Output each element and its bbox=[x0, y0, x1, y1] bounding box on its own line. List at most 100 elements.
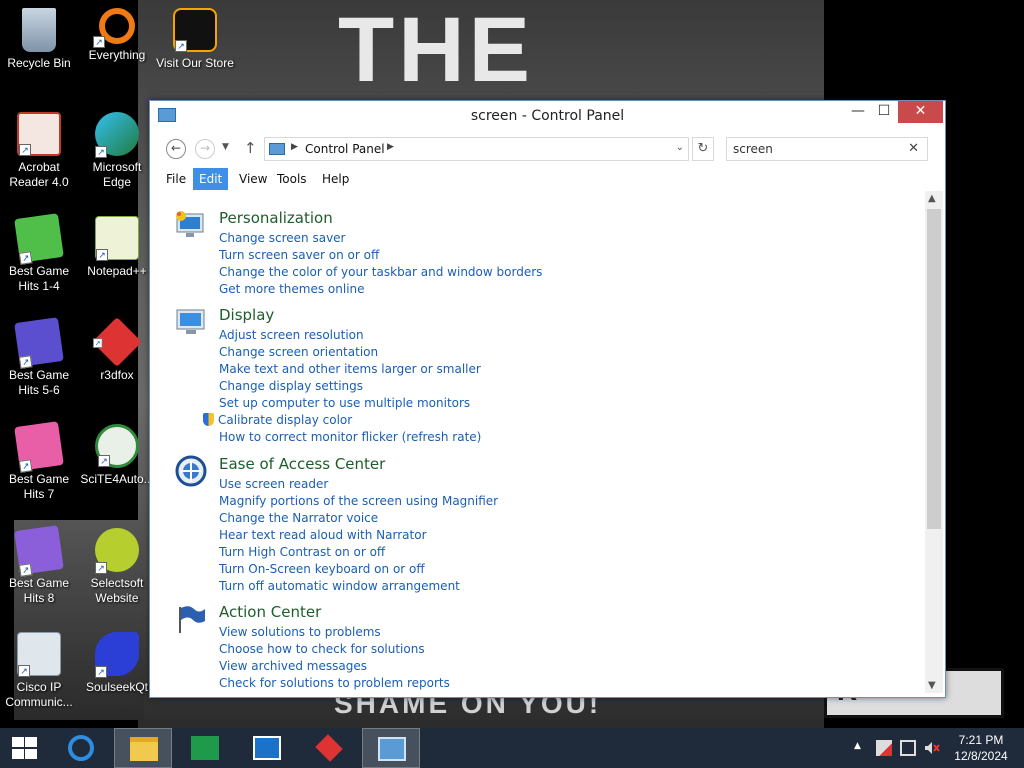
clear-search-icon[interactable]: ✕ bbox=[908, 141, 919, 156]
show-hidden-icons-chevron-icon[interactable]: ▲ bbox=[854, 741, 861, 751]
chevron-right-icon[interactable]: ▶ bbox=[387, 142, 394, 152]
clock-date[interactable]: 12/8/2024 bbox=[946, 749, 1016, 763]
desktop-icon-soulseekqt[interactable]: ↗ SoulseekQt bbox=[78, 632, 156, 695]
desktop-icon-best-game-hits-5-6[interactable]: ↗ Best Game Hits 5-6 bbox=[0, 317, 78, 398]
control-panel-crumb-icon bbox=[269, 143, 285, 155]
selectsoft-icon: ↗ bbox=[95, 528, 139, 574]
link-on-screen-keyboard[interactable]: Turn On-Screen keyboard on or off bbox=[219, 561, 498, 578]
r3dfox-taskbar-icon bbox=[315, 734, 343, 762]
scrollbar-thumb[interactable] bbox=[927, 209, 941, 529]
desktop-icon-everything[interactable]: ↗ Everything bbox=[78, 8, 156, 63]
desktop-icon-selectsoft-website[interactable]: ↗ Selectsoft Website bbox=[78, 528, 156, 606]
link-use-screen-reader[interactable]: Use screen reader bbox=[219, 476, 498, 493]
menu-view[interactable]: View bbox=[233, 168, 273, 190]
link-change-screen-orientation[interactable]: Change screen orientation bbox=[219, 344, 481, 361]
desktop-icon-visit-our-store[interactable]: ↗ Visit Our Store bbox=[156, 8, 234, 71]
desktop-icon-label: Notepad++ bbox=[87, 264, 147, 278]
link-change-taskbar-color[interactable]: Change the color of your taskbar and win… bbox=[219, 264, 542, 281]
address-toolbar: ← → ▼ ↑ ▶ Control Panel ▶ ⌄ ↻ ✕ bbox=[150, 135, 945, 163]
link-high-contrast[interactable]: Turn High Contrast on or off bbox=[219, 544, 498, 561]
desktop-icon-best-game-hits-7[interactable]: ↗ Best Game Hits 7 bbox=[0, 421, 78, 502]
section-personalization: Personalization Change screen saver Turn… bbox=[174, 209, 874, 299]
windows-logo-icon bbox=[25, 749, 37, 759]
link-change-screen-saver[interactable]: Change screen saver bbox=[219, 230, 542, 247]
up-button[interactable]: ↑ bbox=[244, 139, 257, 157]
clock-time[interactable]: 7:21 PM bbox=[946, 733, 1016, 747]
section-title[interactable]: Personalization bbox=[219, 209, 333, 227]
taskbar-internet-explorer[interactable] bbox=[52, 728, 110, 768]
link-turn-screen-saver-on-off[interactable]: Turn screen saver on or off bbox=[219, 247, 542, 264]
link-monitor-flicker[interactable]: How to correct monitor flicker (refresh … bbox=[219, 429, 481, 446]
taskbar-control-panel[interactable] bbox=[362, 728, 420, 768]
window-titlebar[interactable]: screen - Control Panel — ☐ ✕ bbox=[150, 101, 945, 131]
action-center-tray-icon[interactable] bbox=[876, 740, 892, 756]
start-button[interactable] bbox=[10, 736, 38, 760]
refresh-icon: ↻ bbox=[697, 141, 709, 156]
link-change-display-settings[interactable]: Change display settings bbox=[219, 378, 481, 395]
menu-help[interactable]: Help bbox=[316, 168, 355, 190]
taskbar-store[interactable] bbox=[176, 728, 234, 768]
ease-of-access-icon bbox=[174, 455, 208, 487]
address-bar[interactable]: ▶ Control Panel ▶ ⌄ bbox=[264, 137, 689, 161]
link-magnifier[interactable]: Magnify portions of the screen using Mag… bbox=[219, 493, 498, 510]
link-multiple-monitors[interactable]: Set up computer to use multiple monitors bbox=[219, 395, 481, 412]
taskbar-mail[interactable] bbox=[238, 728, 296, 768]
arrow-right-icon: → bbox=[199, 141, 211, 155]
section-title[interactable]: Action Center bbox=[219, 603, 321, 621]
desktop-icon-best-game-hits-1-4[interactable]: ↗ Best Game Hits 1-4 bbox=[0, 213, 78, 294]
control-panel-window[interactable]: screen - Control Panel — ☐ ✕ ← → ▼ ↑ ▶ C… bbox=[149, 100, 946, 698]
menu-tools[interactable]: Tools bbox=[271, 168, 313, 190]
scroll-down-icon[interactable]: ▼ bbox=[928, 680, 936, 691]
link-make-text-larger[interactable]: Make text and other items larger or smal… bbox=[219, 361, 481, 378]
breadcrumb-control-panel[interactable]: Control Panel bbox=[305, 142, 385, 156]
taskbar-file-explorer[interactable] bbox=[114, 728, 172, 768]
search-input[interactable] bbox=[733, 139, 903, 159]
link-view-solutions[interactable]: View solutions to problems bbox=[219, 624, 450, 641]
desktop-icon-label: r3dfox bbox=[100, 368, 134, 382]
desktop-icon-microsoft-edge[interactable]: ↗ Microsoft Edge bbox=[78, 112, 156, 190]
shortcut-arrow-icon: ↗ bbox=[18, 355, 33, 369]
link-window-arrangement[interactable]: Turn off automatic window arrangement bbox=[219, 578, 498, 595]
forward-button[interactable]: → bbox=[195, 139, 215, 159]
link-archived-messages[interactable]: View archived messages bbox=[219, 658, 450, 675]
menu-edit[interactable]: Edit bbox=[193, 168, 229, 190]
link-calibrate-display-color[interactable]: Calibrate display color bbox=[203, 412, 481, 429]
recent-locations-dropdown[interactable]: ▼ bbox=[222, 142, 229, 152]
link-adjust-screen-resolution[interactable]: Adjust screen resolution bbox=[219, 327, 481, 344]
r3dfox-icon: ↗ bbox=[92, 317, 142, 367]
volume-muted-icon[interactable] bbox=[924, 740, 940, 756]
desktop-icon-scite4autoit[interactable]: ↗ SciTE4Auto... bbox=[78, 424, 156, 487]
address-dropdown-chevron-icon[interactable]: ⌄ bbox=[676, 142, 684, 153]
windows-logo-icon bbox=[12, 737, 24, 747]
desktop-icon-recycle-bin[interactable]: Recycle Bin bbox=[0, 8, 78, 71]
taskbar-r3dfox[interactable] bbox=[300, 728, 358, 768]
network-icon[interactable] bbox=[900, 740, 916, 756]
link-get-more-themes[interactable]: Get more themes online bbox=[219, 281, 542, 298]
desktop-icon-r3dfox[interactable]: ↗ r3dfox bbox=[78, 317, 156, 383]
section-title[interactable]: Ease of Access Center bbox=[219, 455, 385, 473]
link-problem-reports[interactable]: Check for solutions to problem reports bbox=[219, 675, 450, 692]
maximize-button[interactable]: ☐ bbox=[868, 101, 900, 123]
dice-purple-icon: ↗ bbox=[14, 317, 64, 369]
search-box[interactable]: ✕ bbox=[726, 137, 928, 161]
shortcut-arrow-icon: ↗ bbox=[18, 665, 30, 677]
desktop-icon-label: Best Game Hits 8 bbox=[8, 576, 70, 605]
refresh-button[interactable]: ↻ bbox=[692, 137, 714, 161]
menu-file[interactable]: File bbox=[160, 168, 192, 190]
chevron-right-icon[interactable]: ▶ bbox=[291, 142, 298, 152]
desktop-icon-notepad-plus-plus[interactable]: ↗ Notepad++ bbox=[78, 216, 156, 279]
desktop-icon-label: SciTE4Auto... bbox=[80, 472, 154, 486]
desktop-icon-best-game-hits-8[interactable]: ↗ Best Game Hits 8 bbox=[0, 525, 78, 606]
folder-icon bbox=[130, 737, 158, 761]
link-narrator-voice[interactable]: Change the Narrator voice bbox=[219, 510, 498, 527]
desktop-icon-acrobat-reader[interactable]: ↗ Acrobat Reader 4.0 bbox=[0, 112, 78, 190]
desktop-icon-cisco-ip-communicator[interactable]: ↗ Cisco IP Communic... bbox=[0, 632, 78, 710]
section-title[interactable]: Display bbox=[219, 306, 274, 324]
close-button[interactable]: ✕ bbox=[898, 101, 943, 123]
vertical-scrollbar[interactable]: ▲ ▼ bbox=[925, 191, 943, 693]
section-display: Display Adjust screen resolution Change … bbox=[174, 306, 874, 456]
back-button[interactable]: ← bbox=[166, 139, 186, 159]
scroll-up-icon[interactable]: ▲ bbox=[928, 193, 936, 204]
link-check-for-solutions[interactable]: Choose how to check for solutions bbox=[219, 641, 450, 658]
link-narrator-read-aloud[interactable]: Hear text read aloud with Narrator bbox=[219, 527, 498, 544]
